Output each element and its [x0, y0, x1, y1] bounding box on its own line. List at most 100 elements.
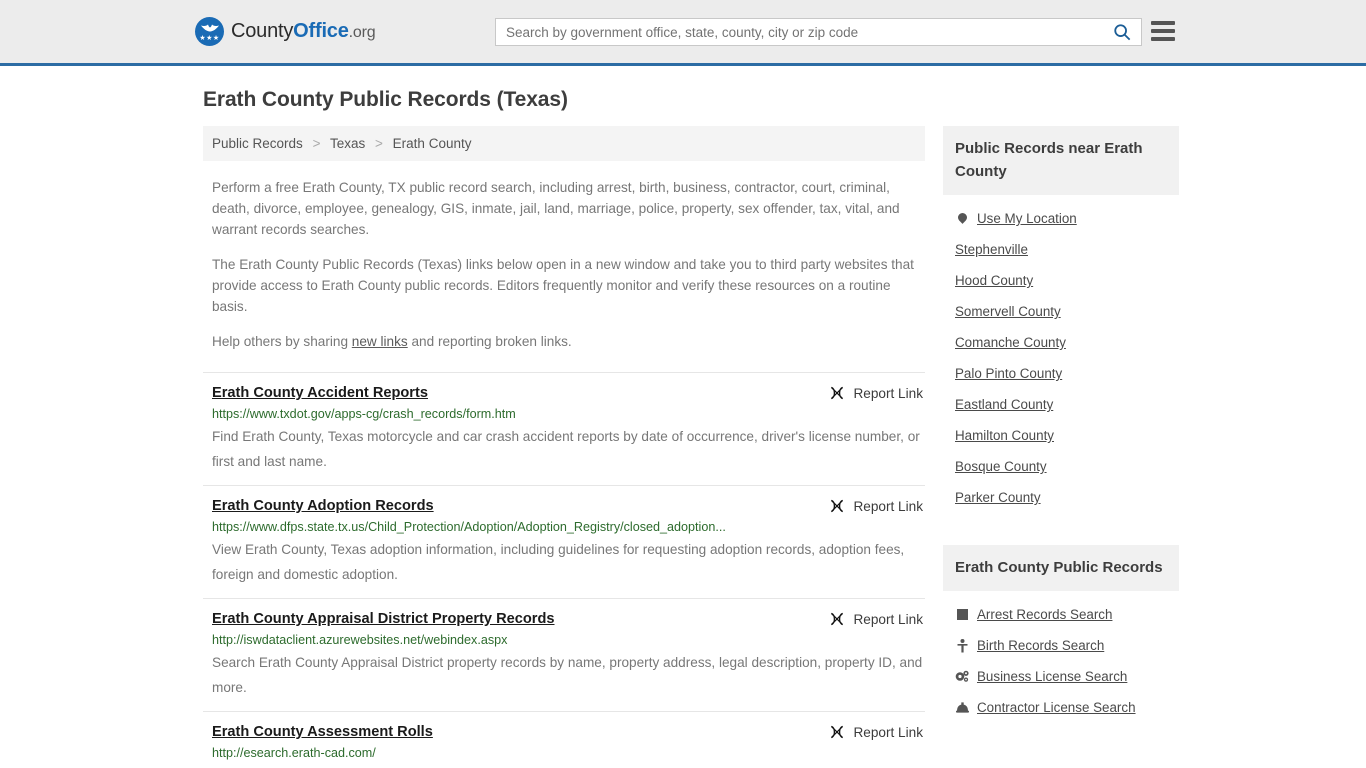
result-description: View Erath County, Texas adoption inform…: [212, 542, 905, 582]
result-description: Find Erath County, Texas motorcycle and …: [212, 429, 920, 469]
cogs-icon: [955, 669, 969, 684]
report-link-label: Report Link: [853, 724, 923, 740]
sidebar-link-label[interactable]: Hood County: [955, 273, 1033, 288]
main-column: Public Records > Texas > Erath County Pe…: [203, 126, 925, 768]
sidebar-item-birth-records-search[interactable]: Birth Records Search: [943, 630, 1179, 661]
intro-paragraph-3-pre: Help others by sharing: [212, 334, 352, 349]
child-icon: [955, 638, 969, 653]
sidebar-records-title: Erath County Public Records: [943, 545, 1179, 591]
broken-link-icon: [831, 725, 844, 739]
report-link-label: Report Link: [853, 498, 923, 514]
sidebar-link-label[interactable]: Parker County: [955, 490, 1041, 505]
report-link-button[interactable]: Report Link: [829, 610, 923, 627]
sidebar-link-label[interactable]: Birth Records Search: [977, 638, 1104, 653]
report-link-label: Report Link: [853, 385, 923, 401]
sidebar-item-somervell-county[interactable]: Somervell County: [943, 296, 1179, 327]
report-link-button[interactable]: Report Link: [829, 497, 923, 514]
breadcrumb-item-erath-county: Erath County: [392, 136, 472, 151]
breadcrumb: Public Records > Texas > Erath County: [203, 126, 925, 161]
result-title-link[interactable]: Erath County Adoption Records: [212, 497, 434, 516]
sidebar-item-bosque-county[interactable]: Bosque County: [943, 451, 1179, 482]
sidebar-panel-nearby: Public Records near Erath County Use My …: [943, 126, 1179, 513]
sidebar-link-label[interactable]: Arrest Records Search: [977, 607, 1112, 622]
breadcrumb-item-texas[interactable]: Texas: [330, 136, 365, 151]
breadcrumb-separator: >: [312, 136, 321, 151]
sidebar-nearby-title: Public Records near Erath County: [943, 126, 1179, 195]
report-link-label: Report Link: [853, 611, 923, 627]
sidebar-item-palo-pinto-county[interactable]: Palo Pinto County: [943, 358, 1179, 389]
broken-link-icon: [831, 612, 844, 626]
sidebar-link-label[interactable]: Use My Location: [977, 211, 1077, 226]
results-list: Erath County Accident Reports Report Lin…: [203, 372, 925, 768]
result-header: Erath County Assessment Rolls Report Lin…: [212, 723, 923, 742]
site-logo[interactable]: ★★★ CountyOffice.org: [195, 17, 376, 46]
countyoffice-logo-icon: ★★★: [195, 17, 224, 46]
fingerprint-icon: [955, 607, 969, 622]
result-item: Erath County Accident Reports Report Lin…: [203, 372, 925, 485]
sidebar-link-label[interactable]: Eastland County: [955, 397, 1053, 412]
broken-link-icon: [831, 499, 844, 513]
hamburger-bar: [1151, 21, 1175, 25]
sidebar-link-label[interactable]: Business License Search: [977, 669, 1127, 684]
sidebar-item-parker-county[interactable]: Parker County: [943, 482, 1179, 513]
sidebar-item-use-my-location[interactable]: Use My Location: [943, 203, 1179, 234]
result-title-link[interactable]: Erath County Appraisal District Property…: [212, 610, 555, 629]
menu-button[interactable]: [1151, 21, 1175, 41]
sidebar-item-comanche-county[interactable]: Comanche County: [943, 327, 1179, 358]
search-input[interactable]: [496, 19, 1103, 45]
result-title-link[interactable]: Erath County Accident Reports: [212, 384, 428, 403]
eagle-icon: [200, 24, 219, 32]
breadcrumb-item-public-records[interactable]: Public Records: [212, 136, 303, 151]
hamburger-bar: [1151, 37, 1175, 41]
sidebar-item-hood-county[interactable]: Hood County: [943, 265, 1179, 296]
search-icon: [1114, 24, 1131, 41]
content-columns: Public Records > Texas > Erath County Pe…: [0, 126, 1366, 768]
breadcrumb-separator: >: [375, 136, 383, 151]
brand-part-3: .org: [348, 24, 376, 41]
site-header: ★★★ CountyOffice.org: [0, 0, 1366, 66]
sidebar-link-label[interactable]: Comanche County: [955, 335, 1066, 350]
result-header: Erath County Accident Reports Report Lin…: [212, 384, 923, 403]
search-button[interactable]: [1103, 19, 1141, 45]
intro-paragraph-2: The Erath County Public Records (Texas) …: [212, 257, 914, 314]
sidebar-link-label[interactable]: Palo Pinto County: [955, 366, 1062, 381]
result-title-link[interactable]: Erath County Assessment Rolls: [212, 723, 433, 742]
sidebar-records-list: Arrest Records Search Birth Records Sear…: [943, 591, 1179, 723]
result-header: Erath County Appraisal District Property…: [212, 610, 923, 629]
intro-paragraph-1: Perform a free Erath County, TX public r…: [212, 180, 900, 237]
brand-part-2: Office: [293, 20, 349, 42]
page-body: Erath County Public Records (Texas) Publ…: [0, 66, 1366, 768]
hamburger-bar: [1151, 29, 1175, 33]
sidebar-link-label[interactable]: Somervell County: [955, 304, 1061, 319]
result-item: Erath County Assessment Rolls Report Lin…: [203, 711, 925, 768]
intro-paragraph-3-post: and reporting broken links.: [407, 334, 572, 349]
report-link-button[interactable]: Report Link: [829, 384, 923, 401]
sidebar-item-stephenville[interactable]: Stephenville: [943, 234, 1179, 265]
result-header: Erath County Adoption Records Report Lin…: [212, 497, 923, 516]
sidebar-nearby-list: Use My Location Stephenville Hood County…: [943, 195, 1179, 513]
sidebar-link-label[interactable]: Contractor License Search: [977, 700, 1136, 715]
result-url: https://www.dfps.state.tx.us/Child_Prote…: [212, 520, 726, 534]
result-item: Erath County Appraisal District Property…: [203, 598, 925, 711]
site-logo-text: CountyOffice.org: [231, 20, 376, 43]
hard-hat-icon: [955, 700, 969, 715]
sidebar-panel-records: Erath County Public Records Arrest Recor…: [943, 545, 1179, 723]
result-url: http://esearch.erath-cad.com/: [212, 746, 376, 760]
sidebar-link-label[interactable]: Stephenville: [955, 242, 1028, 257]
sidebar-item-hamilton-county[interactable]: Hamilton County: [943, 420, 1179, 451]
result-description: Search Erath County Appraisal District p…: [212, 655, 923, 695]
sidebar-item-arrest-records-search[interactable]: Arrest Records Search: [943, 599, 1179, 630]
broken-link-icon: [831, 386, 844, 400]
sidebar-item-eastland-county[interactable]: Eastland County: [943, 389, 1179, 420]
report-link-button[interactable]: Report Link: [829, 723, 923, 740]
result-item: Erath County Adoption Records Report Lin…: [203, 485, 925, 598]
sidebar-link-label[interactable]: Bosque County: [955, 459, 1047, 474]
sidebar-link-label[interactable]: Hamilton County: [955, 428, 1054, 443]
sidebar-item-contractor-license-search[interactable]: Contractor License Search: [943, 692, 1179, 723]
intro-text: Perform a free Erath County, TX public r…: [203, 177, 925, 352]
new-links-link[interactable]: new links: [352, 334, 408, 349]
map-pin-icon: [955, 211, 969, 226]
page-title: Erath County Public Records (Texas): [203, 88, 568, 111]
result-description: Search Erath County property assessments…: [212, 763, 923, 768]
sidebar-item-business-license-search[interactable]: Business License Search: [943, 661, 1179, 692]
